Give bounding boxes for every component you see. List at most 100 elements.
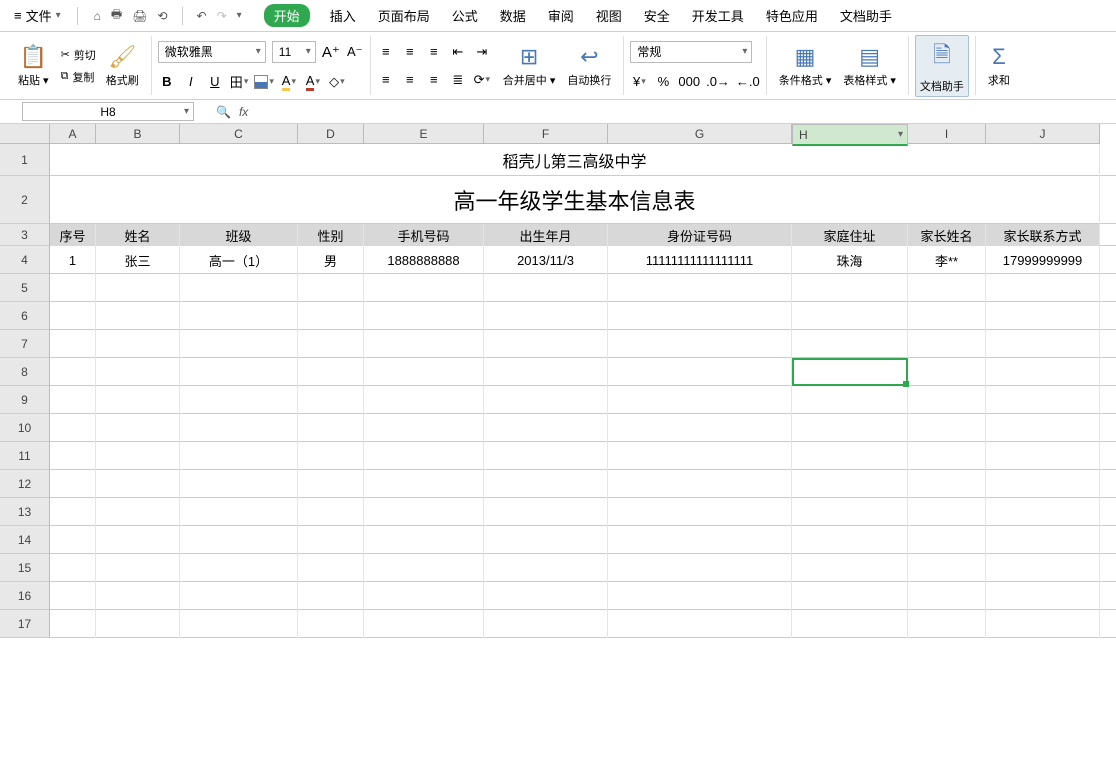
empty-cell[interactable] bbox=[986, 442, 1100, 470]
decrease-decimal-icon[interactable]: ←.0 bbox=[736, 73, 760, 91]
row-header-12[interactable]: 12 bbox=[0, 470, 50, 498]
tab-insert[interactable]: 插入 bbox=[328, 4, 358, 27]
empty-cell[interactable] bbox=[908, 582, 986, 610]
empty-cell[interactable] bbox=[986, 414, 1100, 442]
data-cell[interactable]: 李** bbox=[908, 246, 986, 274]
tab-view[interactable]: 视图 bbox=[594, 4, 624, 27]
data-cell[interactable]: 高一（1） bbox=[180, 246, 298, 274]
chevron-down-icon[interactable]: ▾ bbox=[237, 10, 242, 21]
column-header-J[interactable]: J bbox=[986, 124, 1100, 144]
row-header-6[interactable]: 6 bbox=[0, 302, 50, 330]
empty-cell[interactable] bbox=[298, 442, 364, 470]
spreadsheet-grid[interactable]: ABCDEFGHIJ 1234567891011121314151617 稻壳儿… bbox=[0, 124, 1116, 764]
empty-cell[interactable] bbox=[364, 358, 484, 386]
empty-cell[interactable] bbox=[96, 442, 180, 470]
empty-cell[interactable] bbox=[484, 302, 608, 330]
empty-cell[interactable] bbox=[986, 470, 1100, 498]
empty-cell[interactable] bbox=[96, 582, 180, 610]
column-header-G[interactable]: G bbox=[608, 124, 792, 144]
column-header-E[interactable]: E bbox=[364, 124, 484, 144]
row-header-14[interactable]: 14 bbox=[0, 526, 50, 554]
empty-cell[interactable] bbox=[986, 274, 1100, 302]
row-header-15[interactable]: 15 bbox=[0, 554, 50, 582]
tab-data[interactable]: 数据 bbox=[498, 4, 528, 27]
empty-cell[interactable] bbox=[364, 330, 484, 358]
data-cell[interactable]: 张三 bbox=[96, 246, 180, 274]
empty-cell[interactable] bbox=[298, 610, 364, 638]
column-header-I[interactable]: I bbox=[908, 124, 986, 144]
data-cell[interactable]: 男 bbox=[298, 246, 364, 274]
empty-cell[interactable] bbox=[180, 554, 298, 582]
row-header-13[interactable]: 13 bbox=[0, 498, 50, 526]
empty-cell[interactable] bbox=[364, 554, 484, 582]
empty-cell[interactable] bbox=[908, 330, 986, 358]
empty-cell[interactable] bbox=[50, 582, 96, 610]
data-cell[interactable]: 1 bbox=[50, 246, 96, 274]
search-icon[interactable]: 🔍 bbox=[216, 105, 231, 119]
empty-cell[interactable] bbox=[180, 414, 298, 442]
empty-cell[interactable] bbox=[298, 358, 364, 386]
empty-cell[interactable] bbox=[364, 302, 484, 330]
empty-cell[interactable] bbox=[96, 386, 180, 414]
empty-cell[interactable] bbox=[298, 414, 364, 442]
empty-cell[interactable] bbox=[96, 414, 180, 442]
empty-cell[interactable] bbox=[50, 302, 96, 330]
font-name-select[interactable]: 微软雅黑 bbox=[158, 41, 266, 63]
tab-doc-helper[interactable]: 文档助手 bbox=[838, 4, 894, 27]
empty-cell[interactable] bbox=[180, 274, 298, 302]
empty-cell[interactable] bbox=[792, 414, 908, 442]
empty-cell[interactable] bbox=[608, 498, 792, 526]
column-header-D[interactable]: D bbox=[298, 124, 364, 144]
conditional-format-button[interactable]: ▦ 条件格式 ▾ bbox=[773, 42, 838, 90]
tab-layout[interactable]: 页面布局 bbox=[376, 4, 432, 27]
empty-cell[interactable] bbox=[484, 554, 608, 582]
empty-cell[interactable] bbox=[484, 610, 608, 638]
empty-cell[interactable] bbox=[484, 526, 608, 554]
empty-cell[interactable] bbox=[96, 610, 180, 638]
empty-cell[interactable] bbox=[908, 610, 986, 638]
row-header-11[interactable]: 11 bbox=[0, 442, 50, 470]
empty-cell[interactable] bbox=[50, 470, 96, 498]
empty-cell[interactable] bbox=[50, 610, 96, 638]
tab-security[interactable]: 安全 bbox=[642, 4, 672, 27]
align-left-icon[interactable]: ≡ bbox=[377, 71, 395, 89]
decrease-font-icon[interactable]: A⁻ bbox=[346, 43, 364, 61]
empty-cell[interactable] bbox=[484, 386, 608, 414]
row-header-10[interactable]: 10 bbox=[0, 414, 50, 442]
merge-center-button[interactable]: ⊞ 合并居中 ▾ bbox=[497, 42, 562, 90]
row-header-2[interactable]: 2 bbox=[0, 176, 50, 224]
row-header-17[interactable]: 17 bbox=[0, 610, 50, 638]
empty-cell[interactable] bbox=[364, 274, 484, 302]
empty-cell[interactable] bbox=[484, 330, 608, 358]
row-header-4[interactable]: 4 bbox=[0, 246, 50, 274]
empty-cell[interactable] bbox=[50, 526, 96, 554]
empty-cell[interactable] bbox=[96, 498, 180, 526]
align-center-icon[interactable]: ≡ bbox=[401, 71, 419, 89]
number-format-select[interactable]: 常规 bbox=[630, 41, 752, 63]
empty-cell[interactable] bbox=[608, 442, 792, 470]
empty-cell[interactable] bbox=[50, 358, 96, 386]
empty-cell[interactable] bbox=[50, 414, 96, 442]
empty-cell[interactable] bbox=[50, 330, 96, 358]
empty-cell[interactable] bbox=[298, 526, 364, 554]
tab-special[interactable]: 特色应用 bbox=[764, 4, 820, 27]
empty-cell[interactable] bbox=[792, 526, 908, 554]
empty-cell[interactable] bbox=[608, 302, 792, 330]
empty-cell[interactable] bbox=[908, 302, 986, 330]
empty-cell[interactable] bbox=[986, 386, 1100, 414]
empty-cell[interactable] bbox=[364, 526, 484, 554]
underline-button[interactable]: U bbox=[206, 73, 224, 91]
empty-cell[interactable] bbox=[50, 554, 96, 582]
save-icon[interactable]: 🖶 bbox=[111, 5, 122, 26]
cell-reference-box[interactable]: H8 bbox=[22, 102, 194, 121]
empty-cell[interactable] bbox=[364, 414, 484, 442]
empty-cell[interactable] bbox=[364, 442, 484, 470]
empty-cell[interactable] bbox=[298, 302, 364, 330]
column-header-B[interactable]: B bbox=[96, 124, 180, 144]
empty-cell[interactable] bbox=[986, 610, 1100, 638]
borders-button[interactable]: 田 bbox=[230, 73, 249, 91]
empty-cell[interactable] bbox=[986, 358, 1100, 386]
comma-icon[interactable]: 000 bbox=[678, 73, 700, 91]
empty-cell[interactable] bbox=[50, 274, 96, 302]
empty-cell[interactable] bbox=[608, 470, 792, 498]
